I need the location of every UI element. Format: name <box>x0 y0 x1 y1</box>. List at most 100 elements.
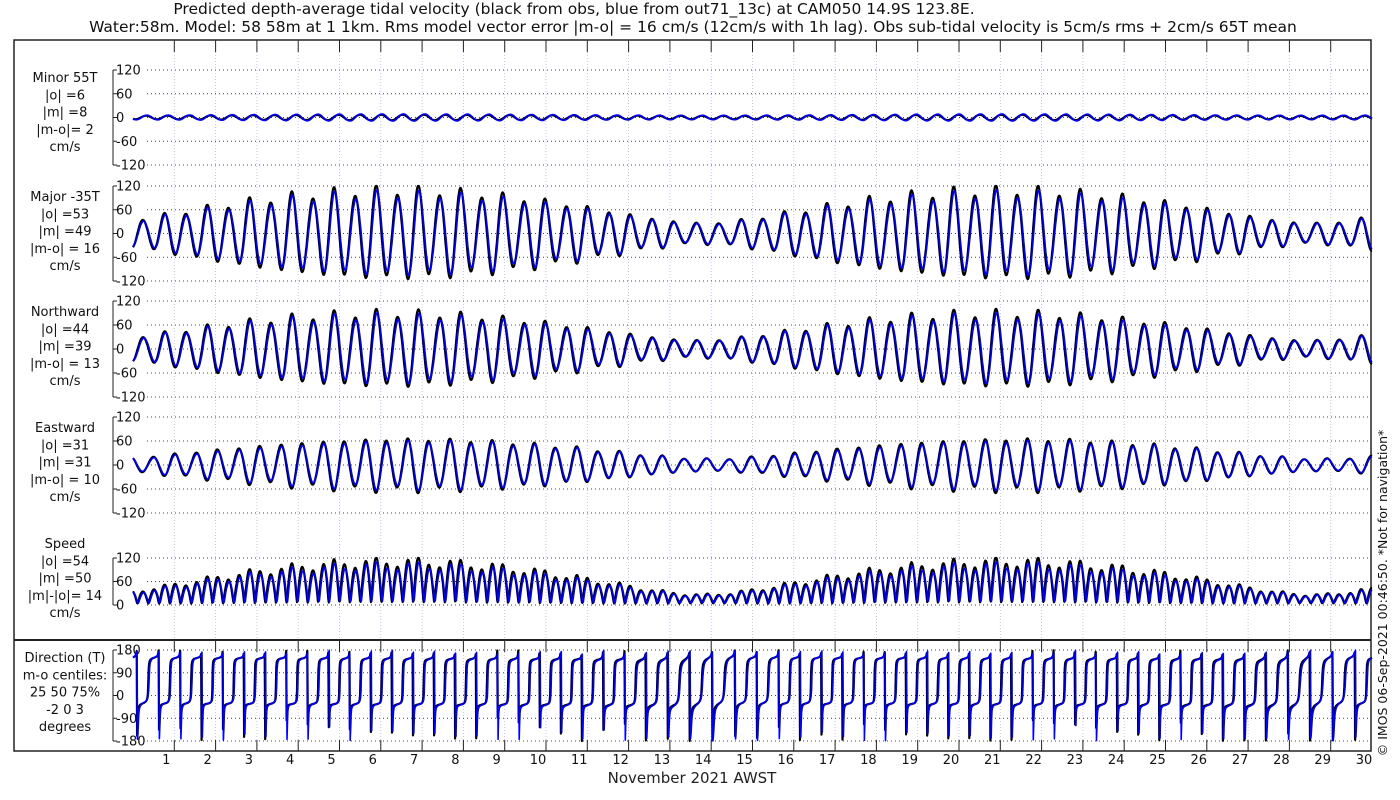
x-tick-label: 13 <box>654 753 671 768</box>
x-tick-label: 18 <box>860 753 877 768</box>
panel-label-line: |m| =31 <box>39 456 92 471</box>
tidal-velocity-chart: Predicted depth-average tidal velocity (… <box>13 0 1390 787</box>
panel-label-line: |m-o|= 2 <box>36 123 94 138</box>
y-tick-label: 0 <box>116 227 124 242</box>
y-tick-label: 60 <box>116 435 133 450</box>
panel-label-line: -2 0 3 <box>46 703 84 718</box>
panel-label-line: Major -35T <box>30 190 99 205</box>
panel-label-line: |m-o| = 16 <box>30 242 100 257</box>
y-tick-label: -120 <box>116 159 146 174</box>
panel-label-line: |m|-|o|= 14 <box>28 589 102 604</box>
panel-label-line: |o| =31 <box>41 438 89 453</box>
x-tick-label: 10 <box>530 753 547 768</box>
panel-north: Northward |o| =44 |m| =39 |m-o| = 13 cm/s 120… <box>30 295 1373 406</box>
y-tick-label: -120 <box>116 391 146 406</box>
y-tick-label: 60 <box>116 87 133 102</box>
panel-label-line: |o| =6 <box>45 88 85 103</box>
panel-label-line: Eastward <box>35 421 95 436</box>
x-tick-label: 24 <box>1108 753 1125 768</box>
panels: Minor 55T |o| =6 |m| =8 |m-o|= 2 cm/s 120 60 0 -… <box>23 64 1373 750</box>
y-tick-label: 0 <box>116 343 124 358</box>
series-model-speed <box>132 560 1373 604</box>
y-tick-label: 120 <box>116 411 141 426</box>
x-tick-label: 3 <box>245 753 253 768</box>
y-tick-label: -60 <box>116 251 137 266</box>
x-tick-label: 1 <box>162 753 170 768</box>
panel-label-line: m-o centiles: <box>23 668 108 683</box>
x-tick-label: 30 <box>1356 753 1373 768</box>
x-axis-label: November 2021 AWST <box>608 769 778 787</box>
y-tick-label: -60 <box>116 367 137 382</box>
y-tick-label: 0 <box>116 111 124 126</box>
panel-label-line: |m-o| = 10 <box>30 473 100 488</box>
y-tick-label: 0 <box>116 599 124 614</box>
panel-label-line: Minor 55T <box>33 71 98 86</box>
panel-dir: Direction (T) m-o centiles: 25 50 75% -2 0 … <box>23 644 1373 750</box>
panel-label-line: |m-o| = 13 <box>30 357 100 372</box>
y-tick-label: 90 <box>116 666 133 681</box>
panel-label-line: cm/s <box>50 374 81 389</box>
copyright-note: © IMOS 06-Sep-2021 00:46:50. *Not for na… <box>1375 430 1390 757</box>
y-tick-label: -90 <box>116 712 137 727</box>
y-tick-label: -60 <box>116 483 137 498</box>
chart-subtitle: Water:58m. Model: 58 58m at 1 1km. Rms m… <box>89 18 1297 36</box>
panel-label-line: cm/s <box>50 606 81 621</box>
y-tick-label: 120 <box>116 295 141 310</box>
y-tick-label: -60 <box>116 135 137 150</box>
x-tick-label: 15 <box>736 753 753 768</box>
x-tick-label: 23 <box>1067 753 1084 768</box>
x-tick-label: 11 <box>571 753 588 768</box>
x-tick-label: 28 <box>1273 753 1290 768</box>
panel-label-line: |o| =54 <box>41 554 89 569</box>
chart-title: Predicted depth-average tidal velocity (… <box>173 0 974 19</box>
panel-label-line: cm/s <box>50 259 81 274</box>
panel-label-line: cm/s <box>50 140 81 155</box>
panel-label-line: degrees <box>39 720 92 735</box>
y-tick-label: -120 <box>116 275 146 290</box>
x-tick-label: 20 <box>943 753 960 768</box>
panel-label-line: |m| =8 <box>43 106 88 121</box>
x-tick-label: 9 <box>493 753 501 768</box>
panel-label-line: Speed <box>45 537 86 552</box>
x-tick-label: 25 <box>1149 753 1166 768</box>
panel-speed: Speed |o| =54 |m| =50 |m|-|o|= 14 cm/s 120 60 0 <box>28 537 1373 621</box>
y-tick-label: 0 <box>116 459 124 474</box>
x-tick-label: 14 <box>695 753 712 768</box>
y-tick-label: 120 <box>116 552 141 567</box>
x-tick-label: 16 <box>778 753 795 768</box>
x-tick-label: 4 <box>286 753 294 768</box>
x-tick-label: 27 <box>1232 753 1249 768</box>
plot-frame <box>13 39 1372 752</box>
y-tick-label: -120 <box>116 507 146 522</box>
panel-label-line: |m| =49 <box>39 225 92 240</box>
panel-label-line: Northward <box>31 305 99 320</box>
x-tick-label: 22 <box>1025 753 1042 768</box>
x-tick-label: 21 <box>984 753 1001 768</box>
y-tick-label: 60 <box>116 203 133 218</box>
panel-label-line: |m| =50 <box>39 572 92 587</box>
panel-major: Major -35T |o| =53 |m| =49 |m-o| = 16 cm/s 12… <box>30 180 1373 290</box>
x-tick-label: 8 <box>451 753 459 768</box>
x-tick-label: 12 <box>612 753 629 768</box>
y-tick-label: 60 <box>116 575 133 590</box>
y-tick-label: 120 <box>116 180 141 195</box>
panel-minor: Minor 55T |o| =6 |m| =8 |m-o|= 2 cm/s 120 60 0 -… <box>33 64 1373 174</box>
x-tick-label: 5 <box>327 753 335 768</box>
panel-east: Eastward |o| =31 |m| =31 |m-o| = 10 cm/s 120 6… <box>30 411 1373 522</box>
y-tick-label: 0 <box>116 689 124 704</box>
x-tick-label: 19 <box>901 753 918 768</box>
x-tick-label: 6 <box>369 753 377 768</box>
x-tick-label: 29 <box>1314 753 1331 768</box>
x-tick-label: 17 <box>819 753 836 768</box>
x-tick-label: 7 <box>410 753 418 768</box>
y-tick-label: 60 <box>116 319 133 334</box>
panel-label-line: cm/s <box>50 490 81 505</box>
x-tick-label: 26 <box>1191 753 1208 768</box>
panel-label-line: |o| =44 <box>41 322 89 337</box>
y-tick-label: 120 <box>116 64 141 79</box>
panel-label-line: 25 50 75% <box>30 686 100 701</box>
x-tick-label: 2 <box>203 753 211 768</box>
panel-label-line: Direction (T) <box>25 651 106 666</box>
panel-label-line: |o| =53 <box>41 207 89 222</box>
y-tick-label: -180 <box>116 735 146 750</box>
